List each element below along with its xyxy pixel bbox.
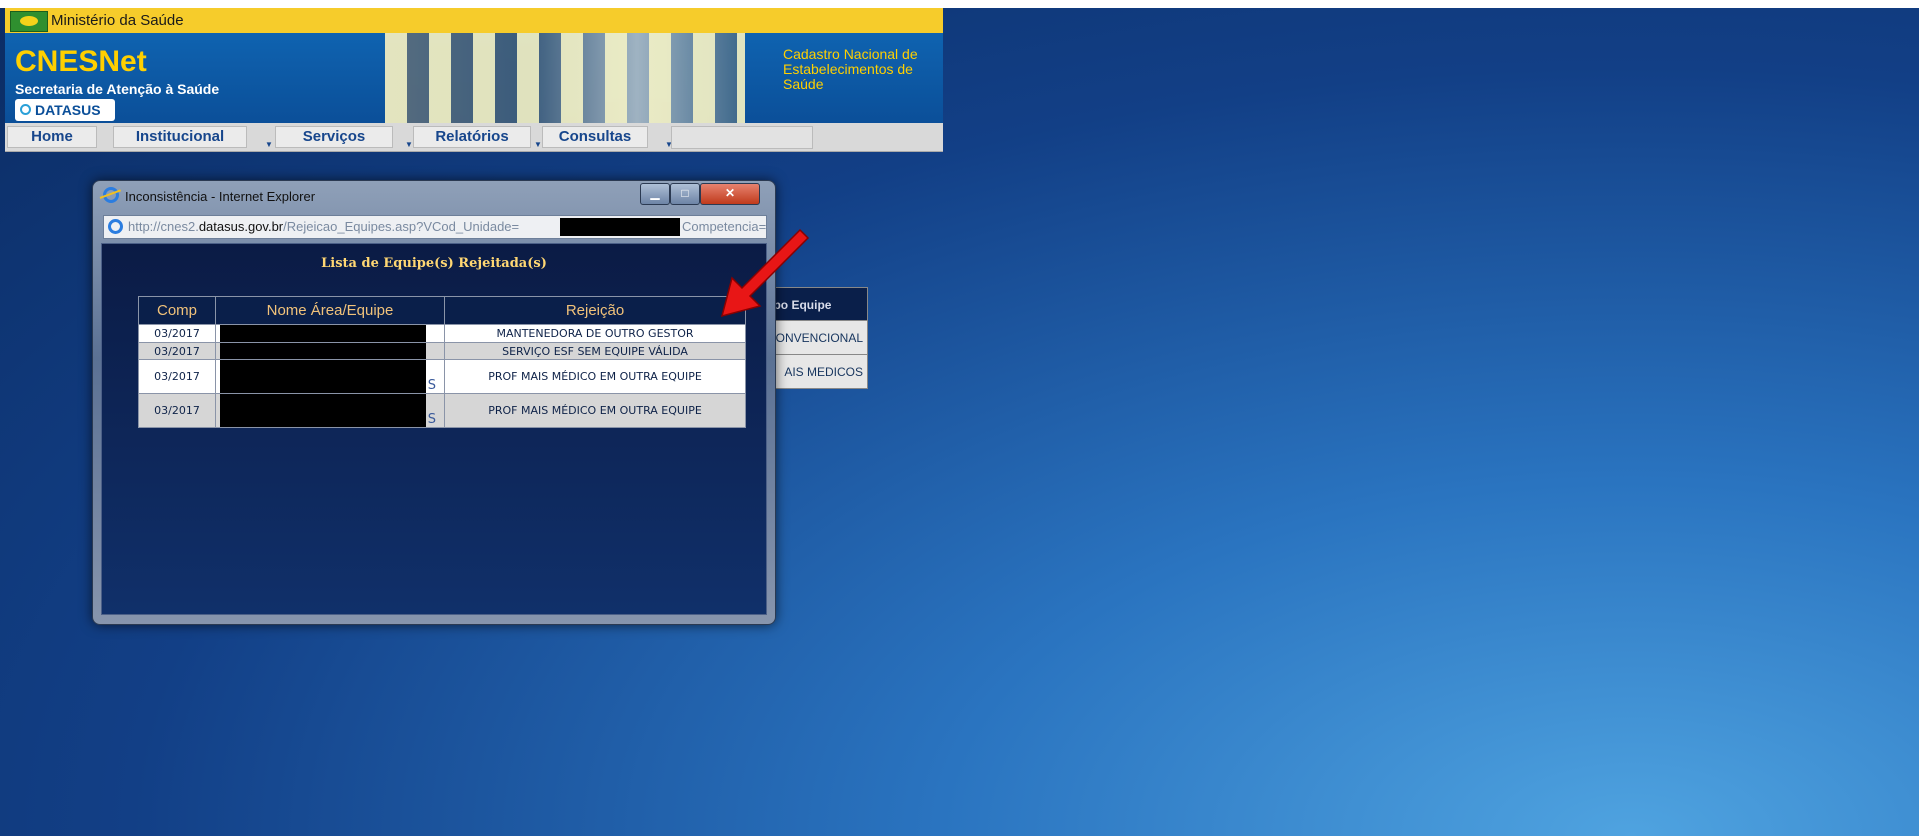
logo-title[interactable]: CNESNet <box>15 45 147 79</box>
redacted-block <box>220 343 426 359</box>
cell-nome <box>215 342 445 360</box>
menu-relatorios[interactable]: Relatórios <box>413 126 531 148</box>
maximize-button[interactable]: □ <box>670 183 700 205</box>
table-row: 03/2017 S PROF MAIS MÉDICO EM OUTRA EQUI… <box>138 393 746 428</box>
cell-nome <box>215 324 445 343</box>
column-header-nome: Nome Área/Equipe <box>215 296 445 325</box>
redacted-block <box>220 325 426 342</box>
ministry-label[interactable]: Ministério da Saúde <box>51 12 184 29</box>
cell-comp: 03/2017 <box>138 359 216 394</box>
cell-rejeicao: PROF MAIS MÉDICO EM OUTRA EQUIPE <box>444 393 746 428</box>
cell-rejeicao: SERVIÇO ESF SEM EQUIPE VÁLIDA <box>444 342 746 360</box>
menu-home[interactable]: Home <box>7 126 97 148</box>
redacted-block <box>560 218 680 236</box>
menu-spacer <box>671 126 813 149</box>
column-header-rejeicao: Rejeição <box>444 296 746 325</box>
cell-comp: 03/2017 <box>138 324 216 343</box>
ministry-bar: Ministério da Saúde <box>5 8 943 33</box>
redacted-block <box>220 360 426 393</box>
banner-photo <box>385 33 745 123</box>
datasus-logo[interactable]: DATASUS <box>15 99 115 121</box>
menu-servicos[interactable]: Serviços <box>275 126 393 148</box>
menu-consultas[interactable]: Consultas <box>542 126 648 148</box>
minimize-button[interactable]: ▁ <box>640 183 670 205</box>
ie-icon <box>103 187 119 203</box>
list-title: Lista de Equipe(s) Rejeitada(s) <box>321 256 547 271</box>
red-arrow-annotation <box>720 228 810 318</box>
url-prefix: http://cnes2. <box>128 219 199 234</box>
portal-banner: CNESNet Secretaria de Atenção à Saúde DA… <box>5 33 943 123</box>
url-path: /Rejeicao_Equipes.asp?VCod_Unidade= <box>283 219 520 234</box>
logo-subtitle: Secretaria de Atenção à Saúde <box>15 81 220 97</box>
screen-top-strip <box>0 0 1919 8</box>
cell-nome[interactable]: S <box>215 393 445 428</box>
cell-comp: 03/2017 <box>138 342 216 360</box>
redacted-block <box>220 394 426 427</box>
maximize-icon: □ <box>681 186 689 200</box>
close-button[interactable]: ✕ <box>700 183 760 205</box>
chevron-down-icon[interactable]: ▼ <box>265 140 273 149</box>
chevron-down-icon[interactable]: ▼ <box>534 140 542 149</box>
close-icon: ✕ <box>724 186 736 200</box>
table-row: 03/2017 S PROF MAIS MÉDICO EM OUTRA EQUI… <box>138 359 746 394</box>
portal-tagline: Cadastro Nacional de Estabelecimentos de… <box>783 46 918 92</box>
nome-link-fragment[interactable]: S <box>428 378 436 393</box>
column-header-comp: Comp <box>138 296 216 325</box>
cell-rejeicao: PROF MAIS MÉDICO EM OUTRA EQUIPE <box>444 359 746 394</box>
table-row: 03/2017 MANTENEDORA DE OUTRO GESTOR <box>138 324 746 343</box>
cell-nome[interactable]: S <box>215 359 445 394</box>
inconsistencia-window: Inconsistência - Internet Explorer ▁ □ ✕… <box>92 180 776 625</box>
rejected-teams-table: Comp Nome Área/Equipe Rejeição 03/2017 M… <box>138 296 746 428</box>
popup-content: Lista de Equipe(s) Rejeitada(s) Comp Nom… <box>101 243 767 615</box>
cell-rejeicao: MANTENEDORA DE OUTRO GESTOR <box>444 324 746 343</box>
url-text: http://cnes2.datasus.gov.br/Rejeicao_Equ… <box>128 219 519 234</box>
chevron-down-icon[interactable]: ▼ <box>405 140 413 149</box>
ie-icon <box>108 219 123 234</box>
cell-comp: 03/2017 <box>138 393 216 428</box>
window-title: Inconsistência - Internet Explorer <box>125 189 316 204</box>
menu-institucional[interactable]: Institucional <box>113 126 247 148</box>
minimize-icon: ▁ <box>650 186 660 200</box>
table-row: 03/2017 SERVIÇO ESF SEM EQUIPE VÁLIDA <box>138 342 746 360</box>
address-bar[interactable]: http://cnes2.datasus.gov.br/Rejeicao_Equ… <box>103 215 767 239</box>
main-menu: Home Institucional ▼ Serviços ▼ Relatóri… <box>5 123 943 152</box>
nome-link-fragment[interactable]: S <box>428 412 436 427</box>
brazil-flag-icon <box>10 11 48 32</box>
url-domain: datasus.gov.br <box>198 219 284 234</box>
